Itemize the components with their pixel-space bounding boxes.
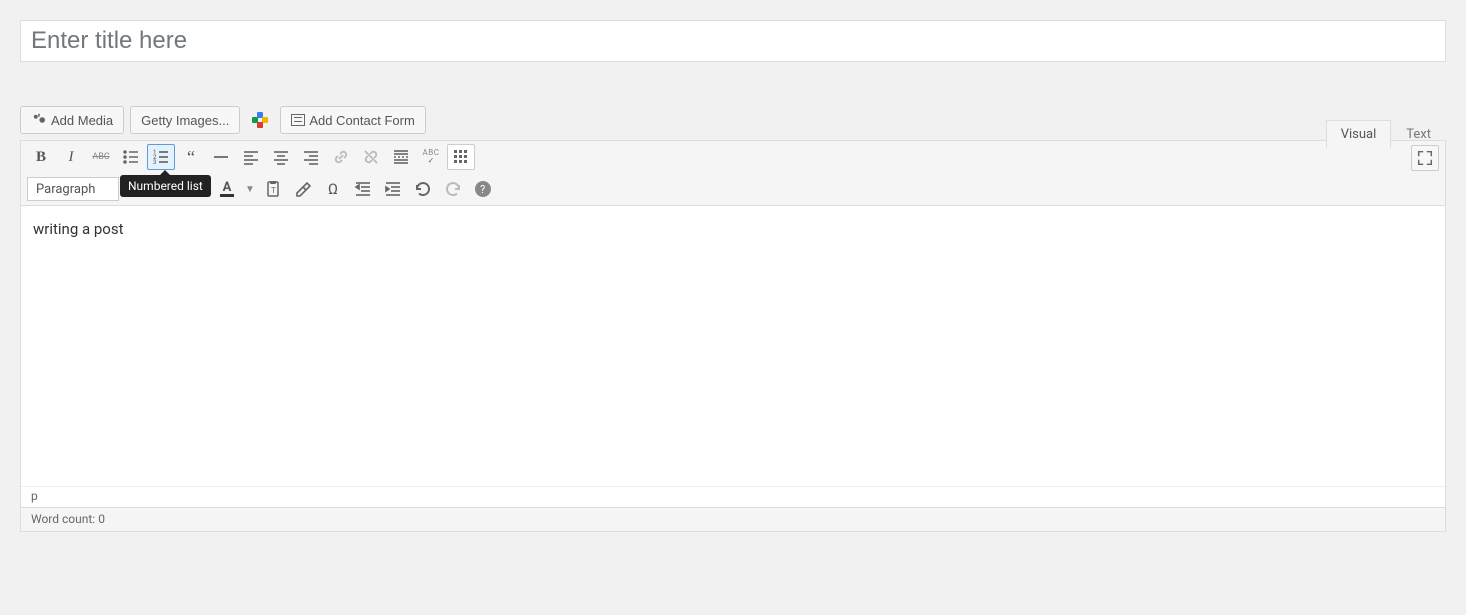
svg-text:T: T — [271, 186, 276, 195]
media-button-row: Add Media Getty Images... Add Contact Fo… — [20, 106, 1446, 134]
form-icon — [291, 114, 305, 126]
align-right-button[interactable] — [297, 144, 325, 170]
editor-content-text: writing a post — [33, 220, 124, 238]
getty-images-label: Getty Images... — [141, 113, 229, 128]
clear-formatting-button[interactable] — [289, 176, 317, 202]
numbered-list-button[interactable]: 123 Numbered list — [147, 144, 175, 170]
toolbar-row-2: Paragraph A ▼ T Ω ? — [21, 173, 1445, 205]
contact-form-label: Add Contact Form — [309, 113, 415, 128]
word-count-bar: Word count: 0 — [21, 507, 1445, 531]
getty-images-button[interactable]: Getty Images... — [130, 106, 240, 134]
format-select[interactable]: Paragraph — [27, 177, 119, 201]
word-count-label: Word count: — [31, 512, 95, 526]
svg-text:3: 3 — [153, 159, 156, 166]
outdent-button[interactable] — [349, 176, 377, 202]
blockquote-button[interactable]: “ — [177, 144, 205, 170]
editor-content-area[interactable]: writing a post — [21, 206, 1445, 486]
italic-button[interactable]: I — [57, 144, 85, 170]
bullet-list-button[interactable] — [117, 144, 145, 170]
word-count-value: 0 — [98, 512, 105, 526]
distraction-free-button[interactable] — [1411, 145, 1439, 171]
align-left-button[interactable] — [237, 144, 265, 170]
add-media-button[interactable]: Add Media — [20, 106, 124, 134]
post-title-input[interactable] — [20, 20, 1446, 62]
strikethrough-button[interactable]: ABC — [87, 144, 115, 170]
element-path: p — [21, 486, 1445, 507]
media-icon — [31, 112, 47, 128]
special-char-button[interactable]: Ω — [319, 176, 347, 202]
indent-button[interactable] — [379, 176, 407, 202]
toolbar-row-1: B I ABC 123 Numbered list “ ABC✓ — [21, 141, 1445, 173]
help-button[interactable]: ? — [469, 176, 497, 202]
unlink-button[interactable] — [357, 144, 385, 170]
add-contact-form-button[interactable]: Add Contact Form — [280, 106, 426, 134]
picasa-icon[interactable] — [252, 112, 268, 128]
text-color-button[interactable]: A — [213, 176, 241, 202]
svg-text:?: ? — [480, 183, 485, 196]
spellcheck-button[interactable]: ABC✓ — [417, 144, 445, 170]
numbered-list-tooltip: Numbered list — [120, 175, 211, 197]
horizontal-rule-button[interactable] — [207, 144, 235, 170]
link-button[interactable] — [327, 144, 355, 170]
add-media-label: Add Media — [51, 113, 113, 128]
align-center-button[interactable] — [267, 144, 295, 170]
undo-button[interactable] — [409, 176, 437, 202]
format-select-label: Paragraph — [36, 182, 95, 197]
read-more-button[interactable] — [387, 144, 415, 170]
bold-button[interactable]: B — [27, 144, 55, 170]
paste-text-button[interactable]: T — [259, 176, 287, 202]
toolbar-toggle-button[interactable] — [447, 144, 475, 170]
editor-container: B I ABC 123 Numbered list “ ABC✓ — [20, 140, 1446, 532]
text-color-dropdown[interactable]: ▼ — [243, 176, 257, 202]
redo-button[interactable] — [439, 176, 467, 202]
